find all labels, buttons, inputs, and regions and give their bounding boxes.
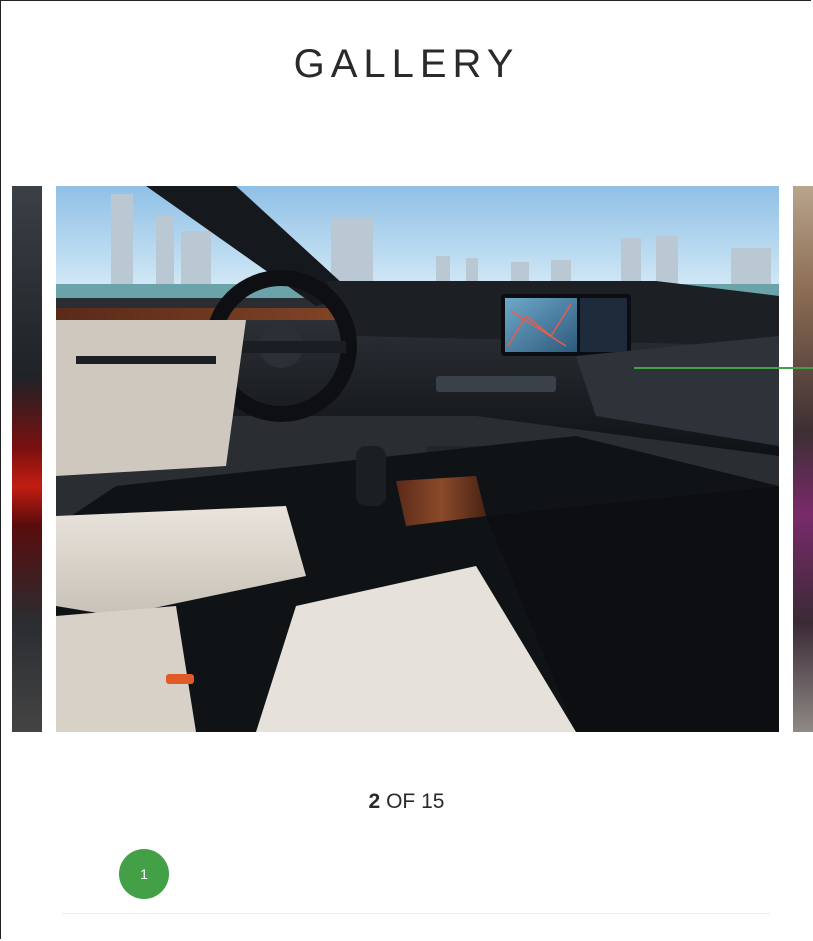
gallery-carousel[interactable]: [12, 186, 813, 732]
counter-separator: OF: [380, 790, 422, 813]
annotation-badge: 1: [119, 849, 169, 899]
current-slide-image[interactable]: [56, 186, 779, 732]
section-divider: [62, 913, 770, 914]
previous-slide-thumbnail[interactable]: [12, 186, 42, 732]
next-slide-thumbnail[interactable]: [793, 186, 813, 732]
annotation-connector-line: [634, 367, 813, 369]
car-interior-image: [56, 186, 779, 732]
gallery-title: GALLERY: [293, 42, 520, 86]
total-slide-number: 15: [421, 790, 445, 813]
slide-counter: 2 OF 15: [0, 790, 813, 814]
current-slide-number: 2: [368, 790, 381, 813]
